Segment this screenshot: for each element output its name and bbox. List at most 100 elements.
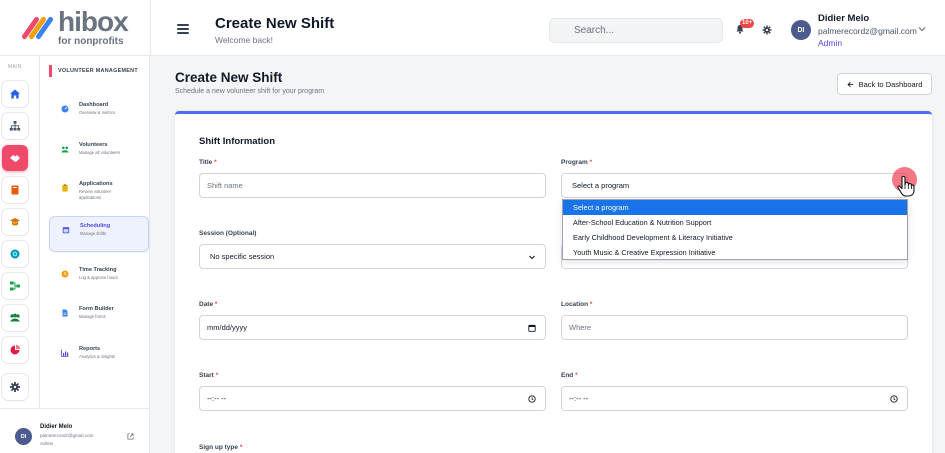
nav-label: Time Tracking [79, 267, 117, 273]
end-time-value: --:-- -- [569, 394, 589, 403]
start-label: Start * [199, 372, 219, 379]
location-input[interactable]: Where [561, 315, 908, 340]
sidebar-user-card[interactable]: DI Didier Melo palmerecordz@gmail.com Ad… [0, 408, 150, 453]
nav-description: Overview & metrics [79, 110, 116, 115]
user-card-role: Admin [40, 441, 54, 446]
brand-logo[interactable]: hibox for nonprofits [0, 0, 150, 56]
form-section-title: Shift Information [199, 136, 275, 147]
calendar-icon [62, 227, 70, 234]
dropdown-option[interactable]: Youth Music & Creative Expression Initia… [563, 245, 907, 260]
gear-icon[interactable] [762, 25, 772, 35]
rail-settings-button[interactable] [2, 374, 28, 400]
page-subtitle: Schedule a new volunteer shift for your … [175, 88, 325, 95]
sidebar-item-scheduling[interactable]: Scheduling Manage shifts [49, 216, 149, 252]
clock-icon[interactable] [528, 395, 536, 403]
nav-description: Manage all volunteers [79, 150, 120, 155]
settings-gear-icon [10, 382, 20, 392]
rail-team-button[interactable] [2, 305, 28, 331]
signup-type-label: Sign up type * [199, 444, 243, 451]
chart-icon [61, 349, 69, 357]
logo-mark-icon [20, 13, 55, 43]
chevron-down-icon [529, 255, 535, 260]
nav-description: Manage forms [79, 314, 106, 319]
rail-workflow-button[interactable] [2, 273, 28, 299]
nav-description: Review volunteer applications [79, 189, 112, 201]
dropdown-option[interactable]: Early Childhood Development & Literacy I… [563, 230, 907, 245]
back-to-dashboard-button[interactable]: Back to Dashboard [837, 73, 932, 95]
external-link-icon[interactable] [127, 433, 134, 440]
logo-wordmark: hibox [58, 6, 129, 37]
team-icon [10, 313, 20, 322]
nav-label: Reports [79, 346, 101, 352]
chevron-down-icon[interactable] [918, 26, 926, 32]
calendar-picker-icon[interactable] [528, 324, 536, 332]
dropdown-option[interactable]: After-School Education & Nutrition Suppo… [563, 215, 907, 230]
nav-description: Log & approve hours [79, 275, 118, 280]
rail-target-button[interactable] [2, 241, 28, 267]
logo-tagline: for nonprofits [58, 36, 124, 47]
rail-section-title: MAIN [8, 64, 22, 70]
date-label: Date * [199, 301, 218, 308]
sidebar-item-applications[interactable]: Applications Review volunteer application… [49, 175, 149, 213]
user-name[interactable]: Didier Melo [818, 13, 869, 24]
rail-home-button[interactable] [2, 81, 28, 107]
location-label: Location * [561, 301, 593, 308]
nav-label: Dashboard [79, 102, 109, 108]
users-icon [61, 146, 69, 153]
program-label: Program * [561, 159, 593, 166]
form-icon [62, 309, 68, 317]
dashboard-icon [61, 105, 69, 113]
start-time-input[interactable]: --:-- -- [199, 386, 546, 411]
end-label: End * [561, 372, 578, 379]
top-bar: Create New Shift Welcome back! 10+ DI Di… [150, 0, 945, 56]
nav-label: Form Builder [79, 306, 114, 312]
avatar[interactable]: DI [791, 20, 811, 40]
shift-title-input[interactable]: Shift name [199, 173, 546, 198]
nav-label: Scheduling [80, 223, 111, 229]
nav-section-title: VOLUNTEER MANAGEMENT [49, 65, 138, 77]
nav-description: Analytics & insights [79, 354, 116, 359]
title-label: Title * [199, 159, 217, 166]
start-time-value: --:-- -- [207, 394, 227, 403]
clock-icon[interactable] [890, 395, 898, 403]
user-email: palmerecordz@gmail.com [818, 26, 917, 36]
end-time-input[interactable]: --:-- -- [561, 386, 908, 411]
session-label: Session (Optional) [199, 230, 257, 237]
user-card-email: palmerecordz@gmail.com [40, 433, 94, 438]
rail-volunteer-button[interactable] [2, 145, 28, 171]
program-dropdown-list[interactable]: Select a program After-School Education … [562, 199, 908, 260]
rail-documents-button[interactable] [2, 177, 28, 203]
user-card-name: Didier Melo [40, 424, 73, 430]
sidebar-item-form-builder[interactable]: Form Builder Manage forms [49, 300, 149, 330]
shift-form-card: Shift Information Title * Shift name Pro… [175, 111, 932, 453]
notification-badge: 10+ [740, 19, 755, 28]
clock-icon [61, 270, 69, 278]
sidebar-item-volunteers[interactable]: Volunteers Manage all volunteers [49, 136, 149, 166]
hamburger-menu-icon[interactable] [177, 24, 189, 34]
session-select-value: No specific session [210, 252, 275, 261]
date-input-value: mm/dd/yyyy [207, 323, 248, 332]
sidebar-item-time-tracking[interactable]: Time Tracking Log & approve hours [49, 261, 149, 291]
icon-rail: MAIN [0, 56, 40, 453]
avatar: DI [15, 428, 32, 445]
user-role: Admin [818, 38, 843, 48]
header-title: Create New Shift [215, 15, 335, 32]
sidebar-item-dashboard[interactable]: Dashboard Overview & metrics [49, 96, 149, 126]
rail-org-button[interactable] [2, 113, 28, 139]
clipboard-icon [62, 184, 68, 192]
dropdown-option[interactable]: Select a program [563, 200, 907, 215]
nav-label: Volunteers [79, 142, 108, 148]
rail-analytics-button[interactable] [2, 337, 28, 363]
session-select[interactable]: No specific session [199, 244, 546, 269]
sidebar-item-reports[interactable]: Reports Analytics & insights [49, 340, 149, 370]
program-select[interactable]: Select a program [561, 173, 908, 198]
book-icon [11, 185, 19, 195]
date-input[interactable]: mm/dd/yyyy [199, 315, 546, 340]
nav-description: Manage shifts [80, 231, 107, 236]
rail-education-button[interactable] [2, 209, 28, 235]
hand-cursor-icon [897, 175, 915, 197]
target-icon [10, 249, 20, 259]
search-input[interactable] [549, 18, 723, 43]
header-subtitle: Welcome back! [215, 35, 273, 45]
sitemap-icon [9, 121, 21, 131]
